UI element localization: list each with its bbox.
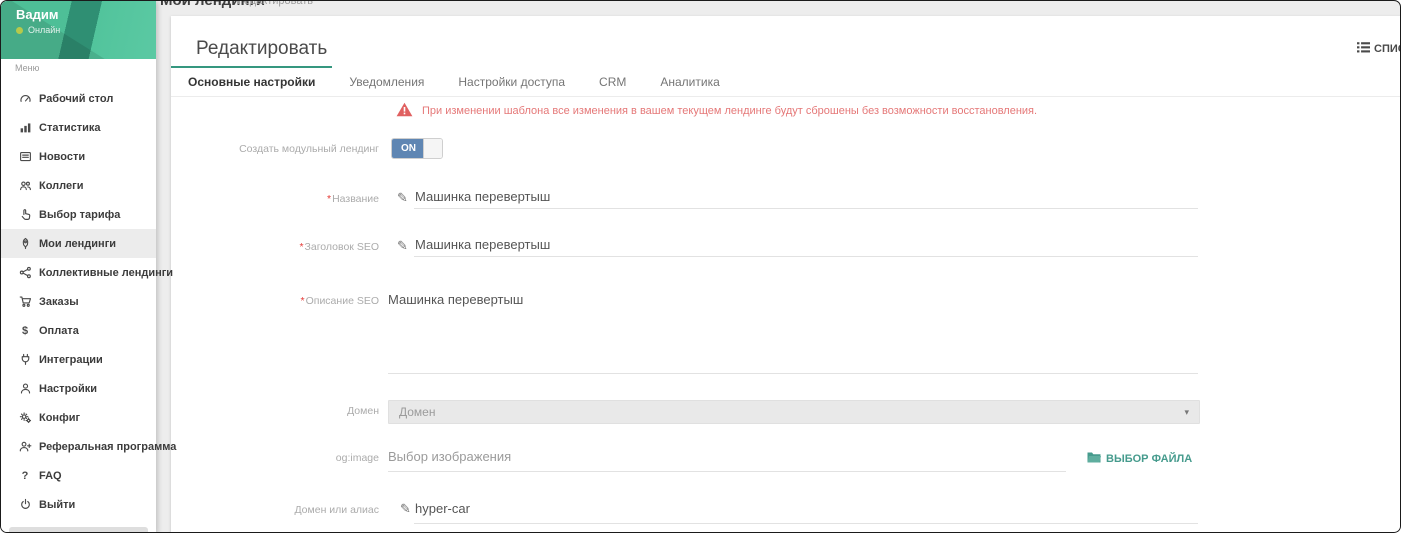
choose-file-button[interactable]: ВЫБОР ФАЙЛА [1087, 451, 1192, 466]
choose-file-label: ВЫБОР ФАЙЛА [1106, 453, 1192, 465]
tab[interactable]: Настройки доступа [441, 66, 582, 96]
sidebar-item[interactable]: Выбор тарифа [1, 200, 156, 229]
users-icon [15, 179, 35, 192]
share-icon [15, 266, 35, 279]
sidebar-item[interactable]: Статистика [1, 113, 156, 142]
bar-chart-icon [15, 121, 35, 134]
list-link-label: СПИСОК [1374, 43, 1401, 55]
seo-description-textarea[interactable]: Машинка перевертыш [388, 292, 1198, 372]
landing-rocket-icon [15, 237, 35, 250]
sidebar-item[interactable]: Рабочий стол [1, 84, 156, 113]
list-icon [1357, 42, 1370, 56]
sidebar-item[interactable]: $ Оплата [1, 316, 156, 345]
page-header: Мои лендинги Редактировать [156, 1, 1400, 16]
sidebar-item-label: Выбор тарифа [39, 209, 120, 221]
folder-icon [1087, 451, 1101, 466]
power-icon [15, 498, 35, 511]
sidebar-item[interactable]: Настройки [1, 374, 156, 403]
sidebar-item-label: Конфиг [39, 412, 80, 424]
sidebar-item-label: Оплата [39, 325, 79, 337]
sidebar-item-label: Коллеги [39, 180, 83, 192]
hand-pointer-icon [15, 208, 35, 221]
sidebar-item[interactable]: Коллективные лендинги [1, 258, 156, 287]
dollar-icon: $ [15, 325, 35, 337]
input-underline [414, 523, 1198, 524]
domain-select[interactable]: Домен ▾ [388, 400, 1200, 424]
sidebar-item[interactable]: Конфиг [1, 403, 156, 432]
online-status-icon [16, 27, 23, 34]
user-status: Онлайн [16, 25, 60, 35]
sidebar-item-label: Заказы [39, 296, 79, 308]
sidebar-item-label: Новости [39, 151, 85, 163]
question-icon: ? [15, 470, 35, 482]
user-name: Вадим [16, 7, 58, 22]
sidebar-item-label: Реферальная программа [39, 441, 176, 453]
warning-text: При изменении шаблона все изменения в ва… [422, 102, 1037, 117]
sidebar-item[interactable]: Выйти [1, 490, 156, 519]
edit-pencil-icon: ✎ [400, 501, 411, 517]
warning-banner: При изменении шаблона все изменения в ва… [396, 102, 1037, 122]
dashboard-icon [15, 92, 35, 105]
user-icon [15, 382, 35, 395]
plug-icon [15, 353, 35, 366]
sidebar-item-label: FAQ [39, 470, 62, 482]
tab[interactable]: Уведомления [332, 66, 441, 96]
status-label: Онлайн [28, 25, 60, 35]
required-mark: * [301, 295, 305, 307]
required-mark: * [327, 193, 331, 205]
modular-landing-toggle[interactable]: ON [391, 138, 443, 159]
tab[interactable]: CRM [582, 66, 643, 96]
news-icon [15, 150, 35, 163]
sidebar-item[interactable]: Интеграции [1, 345, 156, 374]
sidebar: Вадим Онлайн Меню Рабочий стол Статистика… [1, 1, 156, 533]
sidebar-item-label: Статистика [39, 122, 101, 134]
sidebar-item-label: Интеграции [39, 354, 103, 366]
sidebar-item-label: Коллективные лендинги [39, 267, 173, 279]
sidebar-menu: Рабочий стол Статистика Новости Коллеги Выбо… [1, 84, 156, 519]
input-underline [414, 208, 1198, 209]
name-input[interactable]: Машинка перевертыш [415, 189, 550, 204]
sidebar-item[interactable]: Коллеги [1, 171, 156, 200]
toggle-on-label: ON [392, 139, 425, 158]
menu-section-label: Меню [15, 63, 39, 73]
card-title: Редактировать [196, 38, 327, 60]
sidebar-item[interactable]: Мои лендинги [1, 229, 156, 258]
list-link[interactable]: СПИСОК [1357, 42, 1401, 56]
domain-select-placeholder: Домен [399, 405, 436, 419]
sidebar-item-label: Мои лендинги [39, 238, 116, 250]
sidebar-banner [9, 527, 148, 533]
toggle-knob [423, 139, 442, 158]
chevron-down-icon: ▾ [1184, 407, 1189, 418]
tab-bar: Основные настройкиУведомленияНастройки д… [171, 66, 1401, 97]
edit-pencil-icon: ✎ [397, 238, 408, 254]
seo-title-input[interactable]: Машинка перевертыш [415, 237, 550, 252]
sidebar-item-label: Рабочий стол [39, 93, 113, 105]
sidebar-item-label: Настройки [39, 383, 97, 395]
required-mark: * [299, 241, 303, 253]
sidebar-item[interactable]: ? FAQ [1, 461, 156, 490]
tab[interactable]: Основные настройки [171, 66, 332, 96]
tab[interactable]: Аналитика [643, 66, 736, 96]
input-underline [414, 256, 1198, 257]
breadcrumb: Редактировать [237, 1, 313, 7]
gears-icon [15, 411, 35, 424]
user-plus-icon [15, 440, 35, 453]
sidebar-item[interactable]: Новости [1, 142, 156, 171]
warning-icon [396, 102, 413, 122]
cart-icon [15, 295, 35, 308]
input-underline [388, 471, 1066, 472]
app-window: Вадим Онлайн Меню Рабочий стол Статистика… [0, 0, 1401, 533]
user-card[interactable]: Вадим Онлайн [1, 1, 156, 59]
sidebar-item[interactable]: Реферальная программа [1, 432, 156, 461]
edit-pencil-icon: ✎ [397, 190, 408, 206]
sidebar-item-label: Выйти [39, 499, 75, 511]
og-image-input[interactable]: Выбор изображения [388, 449, 511, 464]
sidebar-item[interactable]: Заказы [1, 287, 156, 316]
textarea-underline [388, 373, 1198, 374]
alias-input[interactable]: hyper-car [415, 501, 470, 516]
